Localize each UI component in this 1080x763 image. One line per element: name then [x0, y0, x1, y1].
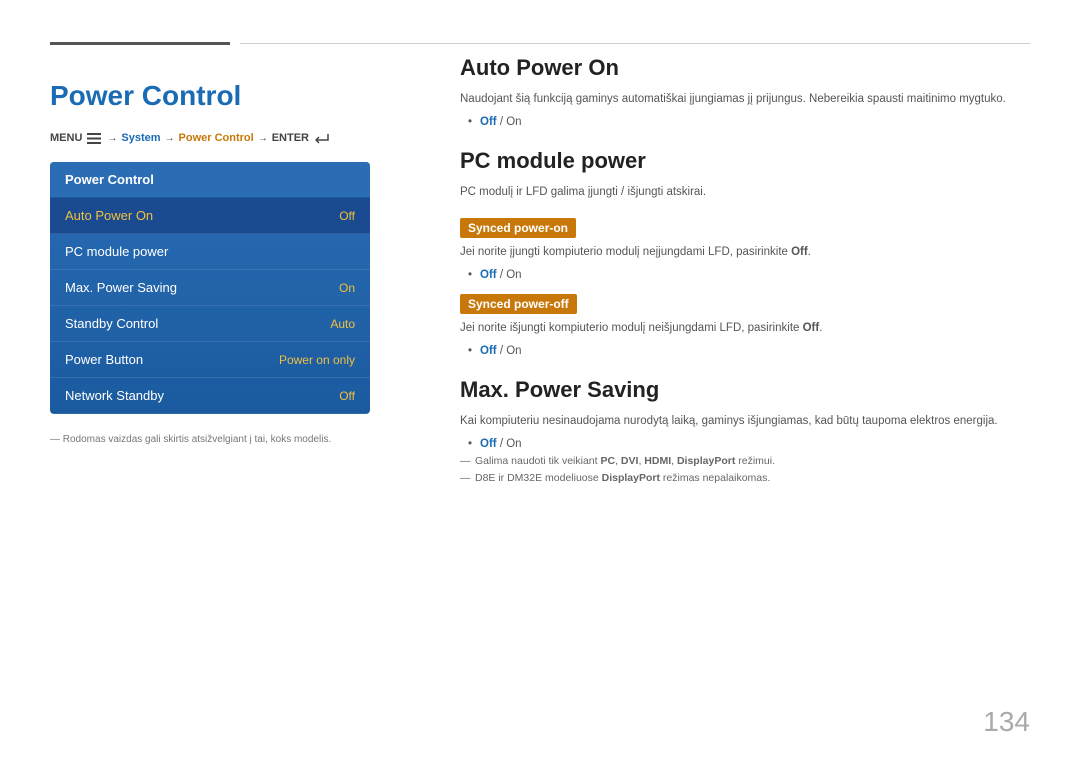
menu-box: Power Control Auto Power On Off PC modul…: [50, 162, 370, 414]
right-column: Auto Power On Naudojant šią funkciją gam…: [460, 55, 1030, 484]
synced-power-on-desc: Jei norite įjungti kompiuterio modulį ne…: [460, 244, 1030, 261]
max-power-saving-sep: / On: [500, 438, 522, 450]
section-max-power-saving-title: Max. Power Saving: [460, 377, 1030, 403]
max-power-saving-note-2: D8E ir DM32E modeliuose DisplayPort reži…: [460, 472, 1030, 484]
page-container: Power Control MENU → System → Power Cont…: [0, 0, 1080, 763]
top-decorative-lines: [50, 40, 1030, 46]
max-power-saving-bullet: Off / On: [480, 438, 1030, 450]
auto-power-on-off: Off: [480, 116, 497, 128]
footnote: — Rodomas vaizdas gali skirtis atsižvelg…: [50, 434, 420, 445]
menu-path-menu: MENU: [50, 132, 82, 144]
auto-power-on-bullet: Off / On: [480, 116, 1030, 128]
enter-icon: [315, 132, 329, 144]
menu-path: MENU → System → Power Control → ENTER: [50, 132, 420, 144]
synced-power-on-badge: Synced power-on: [460, 218, 576, 238]
section-pc-module-power-desc: PC modulį ir LFD galima įjungti / išjung…: [460, 184, 1030, 201]
menu-item-power-button-value: Power on only: [279, 353, 355, 367]
menu-item-pc-module-power-label: PC module power: [65, 244, 168, 259]
page-title: Power Control: [50, 80, 420, 112]
max-power-saving-note-1: Galima naudoti tik veikiant PC, DVI, HDM…: [460, 455, 1030, 467]
menu-item-max-power-saving-value: On: [339, 281, 355, 295]
menu-item-standby-control[interactable]: Standby Control Auto: [50, 306, 370, 342]
menu-box-header: Power Control: [50, 162, 370, 198]
max-power-saving-off: Off: [480, 438, 497, 450]
menu-item-max-power-saving[interactable]: Max. Power Saving On: [50, 270, 370, 306]
menu-item-standby-control-label: Standby Control: [65, 316, 158, 331]
section-max-power-saving-desc: Kai kompiuteriu nesinaudojama nurodytą l…: [460, 413, 1030, 430]
menu-item-pc-module-power[interactable]: PC module power: [50, 234, 370, 270]
auto-power-on-sep: / On: [500, 116, 522, 128]
menu-item-network-standby-value: Off: [339, 389, 355, 403]
arrow-3: →: [258, 133, 268, 144]
menu-item-power-button-label: Power Button: [65, 352, 143, 367]
section-pc-module-power-title: PC module power: [460, 148, 1030, 174]
menu-item-power-button[interactable]: Power Button Power on only: [50, 342, 370, 378]
menu-icon: [85, 132, 103, 144]
menu-item-standby-control-value: Auto: [330, 317, 355, 331]
synced-power-on-bullet: Off / On: [480, 269, 1030, 281]
menu-item-auto-power-on-label: Auto Power On: [65, 208, 153, 223]
arrow-1: →: [107, 133, 117, 144]
section-auto-power-on-desc: Naudojant šią funkciją gaminys automatiš…: [460, 91, 1030, 108]
menu-item-auto-power-on-value: Off: [339, 209, 355, 223]
synced-power-off-badge: Synced power-off: [460, 294, 577, 314]
top-line-long: [240, 43, 1030, 44]
menu-path-enter: ENTER: [272, 132, 309, 144]
synced-power-on-off: Off: [480, 269, 497, 281]
menu-item-max-power-saving-label: Max. Power Saving: [65, 280, 177, 295]
synced-power-on-sep: / On: [500, 269, 522, 281]
top-line-short: [50, 42, 230, 45]
menu-path-system: System: [121, 132, 160, 144]
page-number: 134: [983, 706, 1030, 738]
synced-power-off-bullet: Off / On: [480, 345, 1030, 357]
left-column: Power Control MENU → System → Power Cont…: [50, 65, 420, 445]
section-auto-power-on-title: Auto Power On: [460, 55, 1030, 81]
synced-power-off-sep: / On: [500, 345, 522, 357]
menu-item-network-standby-label: Network Standby: [65, 388, 164, 403]
arrow-2: →: [165, 133, 175, 144]
synced-power-off-desc: Jei norite išjungti kompiuterio modulį n…: [460, 320, 1030, 337]
menu-path-power-control: Power Control: [179, 132, 254, 144]
menu-item-auto-power-on[interactable]: Auto Power On Off: [50, 198, 370, 234]
menu-item-network-standby[interactable]: Network Standby Off: [50, 378, 370, 414]
synced-power-off-off: Off: [480, 345, 497, 357]
